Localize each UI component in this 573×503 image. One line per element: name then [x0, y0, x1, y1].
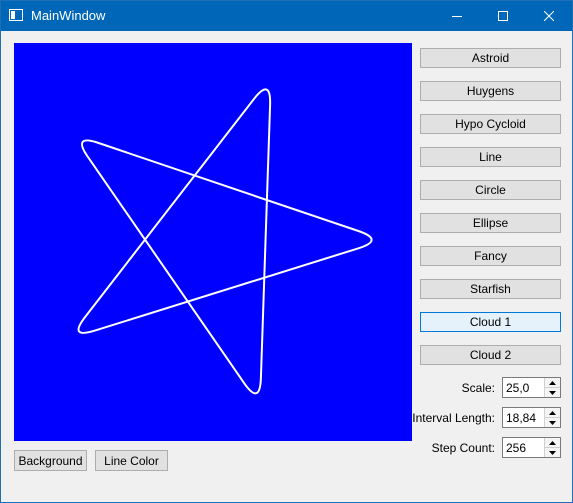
interval-length-stepper[interactable] [544, 408, 560, 427]
minimize-button[interactable] [434, 1, 480, 31]
maximize-button[interactable] [480, 1, 526, 31]
cloud-1-button[interactable]: Cloud 1 [420, 312, 561, 332]
hypo-cycloid-button[interactable]: Hypo Cycloid [420, 114, 561, 134]
interval-length-decrement[interactable] [545, 418, 560, 427]
scale-increment[interactable] [545, 378, 560, 388]
step-count-decrement[interactable] [545, 448, 560, 457]
starfish-button[interactable]: Starfish [420, 279, 561, 299]
circle-button[interactable]: Circle [420, 180, 561, 200]
app-window-icon [9, 9, 23, 21]
maximize-icon [498, 11, 508, 21]
main-window: MainWindow Astroid Huygens Hypo Cycloid … [0, 0, 573, 503]
title-bar[interactable]: MainWindow [1, 1, 572, 31]
background-button[interactable]: Background [14, 450, 87, 471]
scale-label: Scale: [461, 381, 495, 395]
scale-spinbox[interactable]: 25,0 [502, 377, 561, 398]
drawing-canvas[interactable] [14, 43, 412, 441]
step-count-value[interactable]: 256 [506, 441, 526, 455]
scale-decrement[interactable] [545, 388, 560, 397]
curve-line [77, 88, 373, 395]
cloud-2-button[interactable]: Cloud 2 [420, 345, 561, 365]
step-count-spinbox[interactable]: 256 [502, 437, 561, 458]
interval-length-spinbox[interactable]: 18,84 [502, 407, 561, 428]
minimize-icon [452, 16, 462, 17]
interval-length-increment[interactable] [545, 408, 560, 418]
step-count-label: Step Count: [431, 441, 495, 455]
line-color-button[interactable]: Line Color [95, 450, 168, 471]
scale-value[interactable]: 25,0 [506, 381, 529, 395]
chevron-up-icon [549, 410, 556, 415]
ellipse-button[interactable]: Ellipse [420, 213, 561, 233]
chevron-down-icon [549, 390, 556, 395]
chevron-down-icon [549, 450, 556, 455]
chevron-up-icon [549, 380, 556, 385]
scale-stepper[interactable] [544, 378, 560, 397]
line-button[interactable]: Line [420, 147, 561, 167]
huygens-button[interactable]: Huygens [420, 81, 561, 101]
interval-length-label: Interval Length: [412, 411, 495, 425]
interval-length-value[interactable]: 18,84 [506, 411, 536, 425]
fancy-button[interactable]: Fancy [420, 246, 561, 266]
close-icon [544, 11, 554, 21]
astroid-button[interactable]: Astroid [420, 48, 561, 68]
close-button[interactable] [526, 1, 572, 31]
step-count-increment[interactable] [545, 438, 560, 448]
step-count-stepper[interactable] [544, 438, 560, 457]
window-title: MainWindow [31, 8, 106, 23]
chevron-up-icon [549, 440, 556, 445]
chevron-down-icon [549, 420, 556, 425]
